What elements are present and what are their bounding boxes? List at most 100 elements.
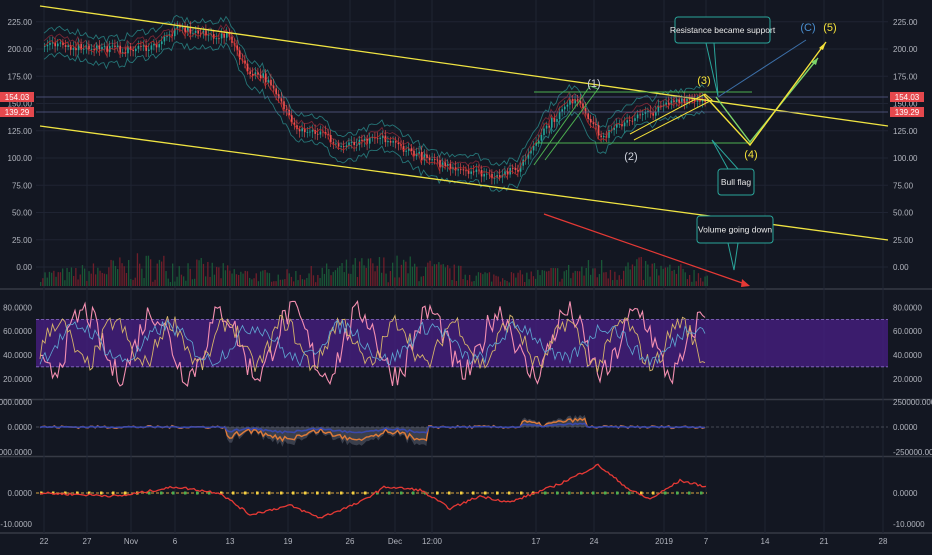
- candle-body: [512, 167, 514, 169]
- volume-bar: [508, 282, 510, 286]
- volume-bar: [638, 257, 640, 286]
- callout-resistance-text: Resistance became support: [670, 25, 776, 35]
- volume-bar: [440, 264, 442, 286]
- volume-bar: [48, 271, 51, 286]
- volume-bar: [277, 274, 279, 286]
- volume-bar: [649, 276, 651, 286]
- volume-bar: [422, 276, 425, 286]
- volume-bar: [180, 274, 183, 286]
- candle-body: [270, 79, 272, 86]
- volume-bar: [123, 266, 125, 286]
- candle-body: [603, 135, 605, 138]
- volume-bar: [671, 270, 673, 286]
- volume-bar: [117, 269, 119, 286]
- volume-bar: [625, 266, 627, 286]
- volume-bar: [207, 261, 209, 286]
- volume-bar: [376, 265, 378, 286]
- candle-body: [548, 125, 550, 128]
- volume-bar: [106, 274, 108, 286]
- candle-body: [582, 103, 584, 109]
- candle-body: [181, 27, 184, 29]
- volume-bar: [152, 281, 154, 286]
- momentum-histogram-bar: [700, 491, 703, 495]
- candle-body: [145, 45, 147, 51]
- candle-body: [192, 32, 194, 34]
- volume-bar: [557, 268, 559, 286]
- volume-bar: [497, 276, 499, 286]
- candle-body: [153, 43, 155, 46]
- volume-bar: [429, 260, 431, 286]
- volume-bar: [198, 260, 200, 286]
- volume-bar: [405, 261, 407, 286]
- volume-bar: [682, 268, 684, 286]
- oscillator-tick-right: 20.0000: [893, 375, 922, 384]
- volume-bar: [451, 279, 453, 286]
- volume-bar: [330, 275, 332, 286]
- volume-bar: [187, 263, 189, 286]
- candle-body: [249, 71, 251, 74]
- price-tick-label-right: 75.00: [893, 181, 914, 190]
- momentum-histogram-bar: [352, 491, 355, 495]
- momentum-histogram-bar: [616, 491, 619, 495]
- volume-bar: [213, 274, 216, 286]
- volume-bar: [271, 281, 273, 286]
- volume-bar: [279, 279, 282, 286]
- candle-body: [379, 137, 381, 139]
- volume-bar: [108, 267, 110, 286]
- volume-bar: [616, 279, 618, 286]
- momentum-histogram-bar: [304, 491, 307, 495]
- candle-body: [395, 141, 397, 143]
- volume-bar: [125, 273, 128, 286]
- momentum-histogram-bar: [328, 491, 331, 495]
- x-tick-label: Dec: [388, 537, 402, 546]
- volume-bar: [191, 279, 194, 286]
- candle-body: [335, 143, 337, 145]
- candle-body: [595, 124, 597, 125]
- volume-bar: [647, 264, 649, 286]
- volume-bar: [301, 279, 304, 286]
- volume-bar: [469, 274, 471, 286]
- volume-bar: [403, 259, 405, 286]
- volume-bar: [167, 278, 169, 286]
- volume-bar: [693, 269, 695, 286]
- momentum-histogram-bar: [628, 491, 631, 495]
- volume-bar: [165, 271, 167, 286]
- candle-body: [280, 98, 283, 102]
- volume-bar: [110, 259, 112, 286]
- volume-bar: [205, 276, 207, 286]
- candle-body: [343, 146, 345, 148]
- candle-body: [462, 169, 465, 171]
- volume-bar: [704, 276, 706, 286]
- volume-bar: [510, 272, 513, 286]
- candle-body: [83, 48, 85, 50]
- momentum-histogram-bar: [292, 491, 295, 495]
- momentum-tick-left: -10.0000: [0, 520, 32, 529]
- chart-canvas[interactable]: 225.00 225.00200.00 200.00175.00 175.00150.…: [0, 0, 932, 550]
- price-tick-label-right: 225.00: [893, 18, 918, 27]
- volume-bar: [253, 278, 255, 286]
- momentum-histogram-bar: [472, 491, 475, 495]
- volume-bar: [506, 280, 508, 286]
- volume-bar: [345, 259, 348, 286]
- volume-bar: [398, 277, 400, 286]
- momentum-histogram-bar: [436, 491, 439, 495]
- x-tick-label: 14: [761, 537, 770, 546]
- volume-bar: [407, 273, 409, 286]
- x-tick-label: 21: [820, 537, 829, 546]
- momentum-histogram-bar: [100, 491, 103, 495]
- volume-bar: [189, 268, 191, 286]
- volume-bar: [550, 268, 552, 286]
- volume-bar: [636, 259, 638, 286]
- volume-bar: [288, 273, 290, 286]
- volume-bar: [427, 262, 429, 286]
- volume-bar: [44, 272, 46, 286]
- candle-body: [577, 99, 579, 101]
- x-tick-label: 12:00: [422, 537, 443, 546]
- candle-body: [564, 106, 566, 110]
- volume-bar: [466, 280, 469, 286]
- volume-bar: [262, 270, 264, 286]
- candle-body: [540, 134, 543, 141]
- volume-bar: [231, 273, 233, 286]
- candle-body: [600, 135, 602, 138]
- volume-bar: [669, 264, 671, 286]
